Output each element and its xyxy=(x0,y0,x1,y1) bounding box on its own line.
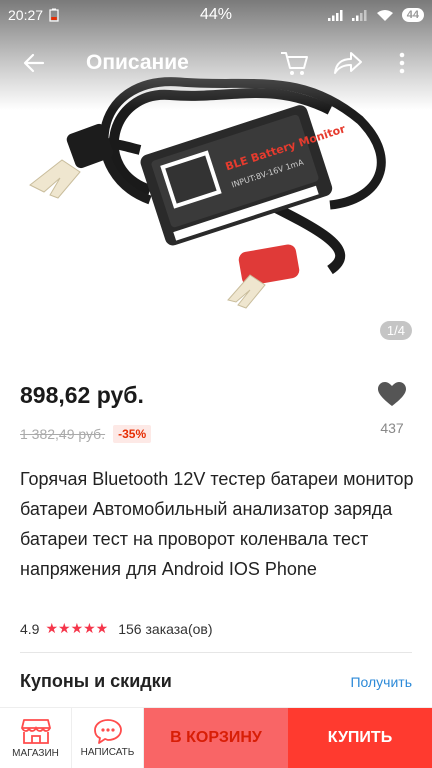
signal-icon xyxy=(351,10,367,21)
store-label: МАГАЗИН xyxy=(12,748,59,759)
discount-badge: -35% xyxy=(113,425,152,443)
battery-icon xyxy=(49,8,59,22)
rating-row[interactable]: 4.9 ★★★★★ 156 заказа(ов) xyxy=(20,620,213,637)
status-time: 20:27 xyxy=(8,7,44,23)
cart-button[interactable] xyxy=(278,47,310,79)
coupons-title: Купоны и скидки xyxy=(20,671,172,691)
message-button[interactable]: НАПИСАТЬ xyxy=(72,708,144,768)
old-price: 1 382,49 руб. xyxy=(20,426,106,442)
rating-stars: ★★★★★ xyxy=(45,620,109,636)
heart-icon xyxy=(378,382,406,406)
more-button[interactable] xyxy=(386,47,418,79)
back-button[interactable] xyxy=(12,41,56,85)
message-label: НАПИСАТЬ xyxy=(80,747,135,758)
wishlist-button[interactable]: 437 xyxy=(372,382,412,436)
wifi-icon xyxy=(376,9,393,21)
image-counter: 1/4 xyxy=(379,321,412,340)
back-arrow-icon xyxy=(23,53,45,73)
price-section: 898,62 руб. 1 382,49 руб. -35% 437 xyxy=(20,382,412,443)
wishlist-count: 437 xyxy=(380,420,404,436)
buy-now-label: КУПИТЬ xyxy=(327,729,393,746)
product-title: Горячая Bluetooth 12V тестер батареи мон… xyxy=(20,469,414,579)
get-coupons-link[interactable]: Получить xyxy=(350,674,412,690)
chat-icon xyxy=(93,719,122,744)
divider xyxy=(20,652,412,653)
current-price: 898,62 руб. xyxy=(20,382,144,408)
status-bar: 20:27 44% 44 xyxy=(0,0,432,30)
more-icon xyxy=(399,52,405,74)
page-title: Описание xyxy=(86,51,189,74)
add-to-cart-label: В КОРЗИНУ xyxy=(170,729,262,746)
battery-level-badge: 44 xyxy=(401,8,424,22)
share-button[interactable] xyxy=(332,47,364,79)
store-button[interactable]: МАГАЗИН xyxy=(0,708,72,768)
add-to-cart-button[interactable]: В КОРЗИНУ xyxy=(144,708,288,768)
coupons-row[interactable]: Купоны и скидки Получить xyxy=(20,671,412,692)
buy-now-button[interactable]: КУПИТЬ xyxy=(288,708,432,768)
rating-value: 4.9 xyxy=(20,620,40,637)
share-icon xyxy=(334,52,362,74)
bottom-action-bar: МАГАЗИН НАПИСАТЬ В КОРЗИНУ КУПИТЬ xyxy=(0,707,432,768)
cart-icon xyxy=(281,52,308,75)
store-icon xyxy=(20,719,51,744)
signal-icon xyxy=(327,10,343,21)
orders-count: 156 заказа(ов) xyxy=(118,620,213,637)
top-navigation: Описание xyxy=(0,38,432,88)
